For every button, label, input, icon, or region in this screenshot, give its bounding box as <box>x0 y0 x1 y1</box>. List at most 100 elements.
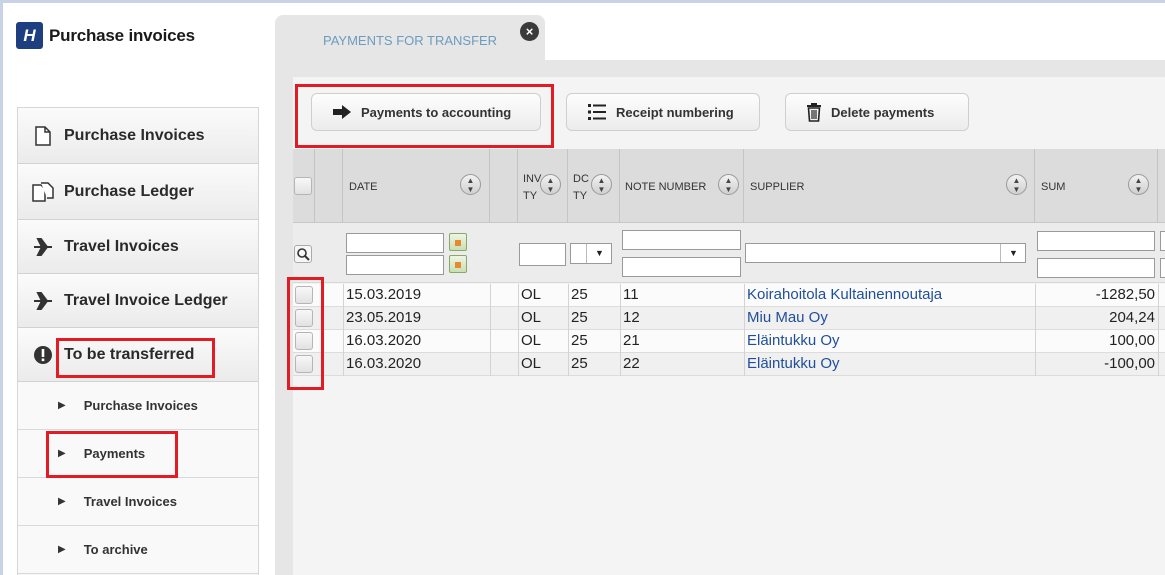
header-spacer <box>490 149 518 223</box>
sidebar-item-purchase-invoices[interactable]: Purchase Invoices <box>18 108 258 164</box>
sidebar-item-label: Purchase Invoices <box>64 126 205 144</box>
select-all-checkbox[interactable] <box>294 177 312 195</box>
header-doc-type[interactable]: DC TY ▲ ▼ <box>568 149 620 223</box>
tab-bar: PAYMENTS FOR TRANSFER × <box>275 15 1165 63</box>
date-from-input[interactable] <box>346 233 444 253</box>
header-label: NOTE NUMBER <box>625 181 707 193</box>
row-checkbox[interactable] <box>295 355 313 373</box>
supplier-link[interactable]: Eläintukku Oy <box>747 355 840 372</box>
sidebar-subitem-travel-invoices[interactable]: ▶ Travel Invoices <box>18 478 258 526</box>
header-spacer <box>315 149 343 223</box>
app-logo: H <box>16 22 43 49</box>
sidebar-subitem-purchase-invoices[interactable]: ▶ Purchase Invoices <box>18 382 258 430</box>
date-cell: 16.03.2020 <box>346 355 422 372</box>
grid-header: DATE ▲ ▼ INV TY ▲ ▼ DC TY ▲ ▼ NOTE NUMBER ▲ ▼ … <box>293 149 1165 223</box>
inv-type-cell: OL <box>521 309 542 326</box>
sidebar-item-purchase-ledger[interactable]: Purchase Ledger <box>18 164 258 220</box>
triangle-right-icon: ▶ <box>58 544 66 555</box>
row-checkbox[interactable] <box>295 332 313 350</box>
tab-payments-for-transfer[interactable]: PAYMENTS FOR TRANSFER × <box>275 15 545 63</box>
sort-icon[interactable]: ▲ ▼ <box>1006 174 1027 195</box>
table-row[interactable]: 15.03.2019 OL 25 11 Koirahoitola Kultain… <box>293 284 1165 307</box>
header-note-number[interactable]: NOTE NUMBER ▲ ▼ <box>620 149 744 223</box>
calendar-icon[interactable] <box>449 255 467 273</box>
sidebar-subitem-label: Payments <box>83 446 146 461</box>
header-supplier[interactable]: SUPPLIER ▲ ▼ <box>744 149 1035 223</box>
triangle-right-icon: ▶ <box>58 448 66 459</box>
sidebar-subitem-label: Purchase Invoices <box>83 398 198 413</box>
supplier-link[interactable]: Eläintukku Oy <box>747 332 840 349</box>
delete-payments-button[interactable]: Delete payments <box>785 93 969 131</box>
sidebar-item-travel-invoices[interactable]: Travel Invoices <box>18 220 258 274</box>
supplier-filter-select[interactable]: ▼ <box>745 243 1026 263</box>
sum-from-input[interactable] <box>1037 231 1155 251</box>
table-row[interactable]: 23.05.2019 OL 25 12 Miu Mau Oy 204,24 <box>293 307 1165 330</box>
sidebar-item-label: To be transferred <box>64 345 195 363</box>
sort-icon[interactable]: ▲ ▼ <box>718 174 739 195</box>
supplier-link[interactable]: Koirahoitola Kultainennoutaja <box>747 286 942 303</box>
inv-type-cell: OL <box>521 355 542 372</box>
header-sum[interactable]: SUM ▲ ▼ <box>1035 149 1158 223</box>
document-icon <box>32 125 54 146</box>
receipt-numbering-button[interactable]: Receipt numbering <box>566 93 760 131</box>
triangle-right-icon: ▶ <box>58 496 66 507</box>
data-rows: 15.03.2019 OL 25 11 Koirahoitola Kultain… <box>293 284 1165 376</box>
date-cell: 16.03.2020 <box>346 332 422 349</box>
header-date[interactable]: DATE ▲ ▼ <box>343 149 490 223</box>
inv-type-cell: OL <box>521 286 542 303</box>
tab-label: PAYMENTS FOR TRANSFER <box>323 33 498 48</box>
supplier-link[interactable]: Miu Mau Oy <box>747 309 828 326</box>
sum-to-input[interactable] <box>1037 258 1155 278</box>
app-title: Purchase invoices <box>49 25 195 45</box>
filter-row: ▼ ▼ <box>293 223 1165 283</box>
trash-icon <box>806 102 822 122</box>
search-icon[interactable] <box>294 245 312 263</box>
sidebar-subitem-to-archive[interactable]: ▶ To archive <box>18 526 258 574</box>
header-inv-type[interactable]: INV TY ▲ ▼ <box>518 149 568 223</box>
exclamation-icon <box>32 345 54 365</box>
date-to-input[interactable] <box>346 255 444 275</box>
sidebar-item-to-be-transferred[interactable]: To be transferred <box>18 328 258 382</box>
sum-cell: -1282,50 <box>1095 286 1155 303</box>
sidebar-subitem-label: To archive <box>83 542 148 557</box>
note-from-input[interactable] <box>622 230 741 250</box>
numbered-list-icon <box>587 103 607 121</box>
inv-type-filter-input[interactable] <box>519 243 566 266</box>
button-label: Payments to accounting <box>361 104 512 120</box>
header-label: SUM <box>1041 181 1066 193</box>
sort-icon[interactable]: ▲ ▼ <box>540 174 561 195</box>
note-to-input[interactable] <box>622 257 741 277</box>
toolbar: Payments to accounting Receipt numbering… <box>293 77 1165 149</box>
date-cell: 15.03.2019 <box>346 286 422 303</box>
sidebar-subitem-payments[interactable]: ▶ Payments <box>18 430 258 478</box>
calendar-icon[interactable] <box>449 233 467 251</box>
main-panel: Payments to accounting Receipt numbering… <box>275 60 1165 575</box>
row-checkbox[interactable] <box>295 286 313 304</box>
table-row[interactable]: 16.03.2020 OL 25 22 Eläintukku Oy -100,0… <box>293 353 1165 376</box>
app-brand: H Purchase invoices <box>16 22 195 49</box>
sum-cell: 100,00 <box>1109 332 1155 349</box>
extra-filter-input[interactable] <box>1160 258 1165 278</box>
sum-cell: -100,00 <box>1104 355 1155 372</box>
sidebar-item-label: Travel Invoice Ledger <box>64 291 228 309</box>
inv-type-cell: OL <box>521 332 542 349</box>
header-label: INV TY <box>523 173 542 202</box>
triangle-right-icon: ▶ <box>58 400 66 411</box>
table-row[interactable]: 16.03.2020 OL 25 21 Eläintukku Oy 100,00 <box>293 330 1165 353</box>
sort-icon[interactable]: ▲ ▼ <box>591 174 612 195</box>
note-cell: 21 <box>623 332 640 349</box>
extra-filter-input[interactable] <box>1160 231 1165 251</box>
sort-icon[interactable]: ▲ ▼ <box>460 174 481 195</box>
sort-icon[interactable]: ▲ ▼ <box>1128 174 1149 195</box>
sidebar: Purchase Invoices Purchase Ledger Travel… <box>17 107 259 575</box>
sidebar-item-label: Purchase Ledger <box>64 182 194 200</box>
doc-type-filter-select[interactable]: ▼ <box>570 243 612 264</box>
note-cell: 12 <box>623 309 640 326</box>
chevron-down-icon: ▼ <box>1009 248 1018 258</box>
payments-to-accounting-button[interactable]: Payments to accounting <box>311 93 541 131</box>
row-checkbox[interactable] <box>295 309 313 327</box>
close-icon[interactable]: × <box>520 22 539 41</box>
sidebar-item-travel-invoice-ledger[interactable]: Travel Invoice Ledger <box>18 274 258 328</box>
button-label: Delete payments <box>831 104 935 120</box>
select-all-cell <box>293 149 315 223</box>
